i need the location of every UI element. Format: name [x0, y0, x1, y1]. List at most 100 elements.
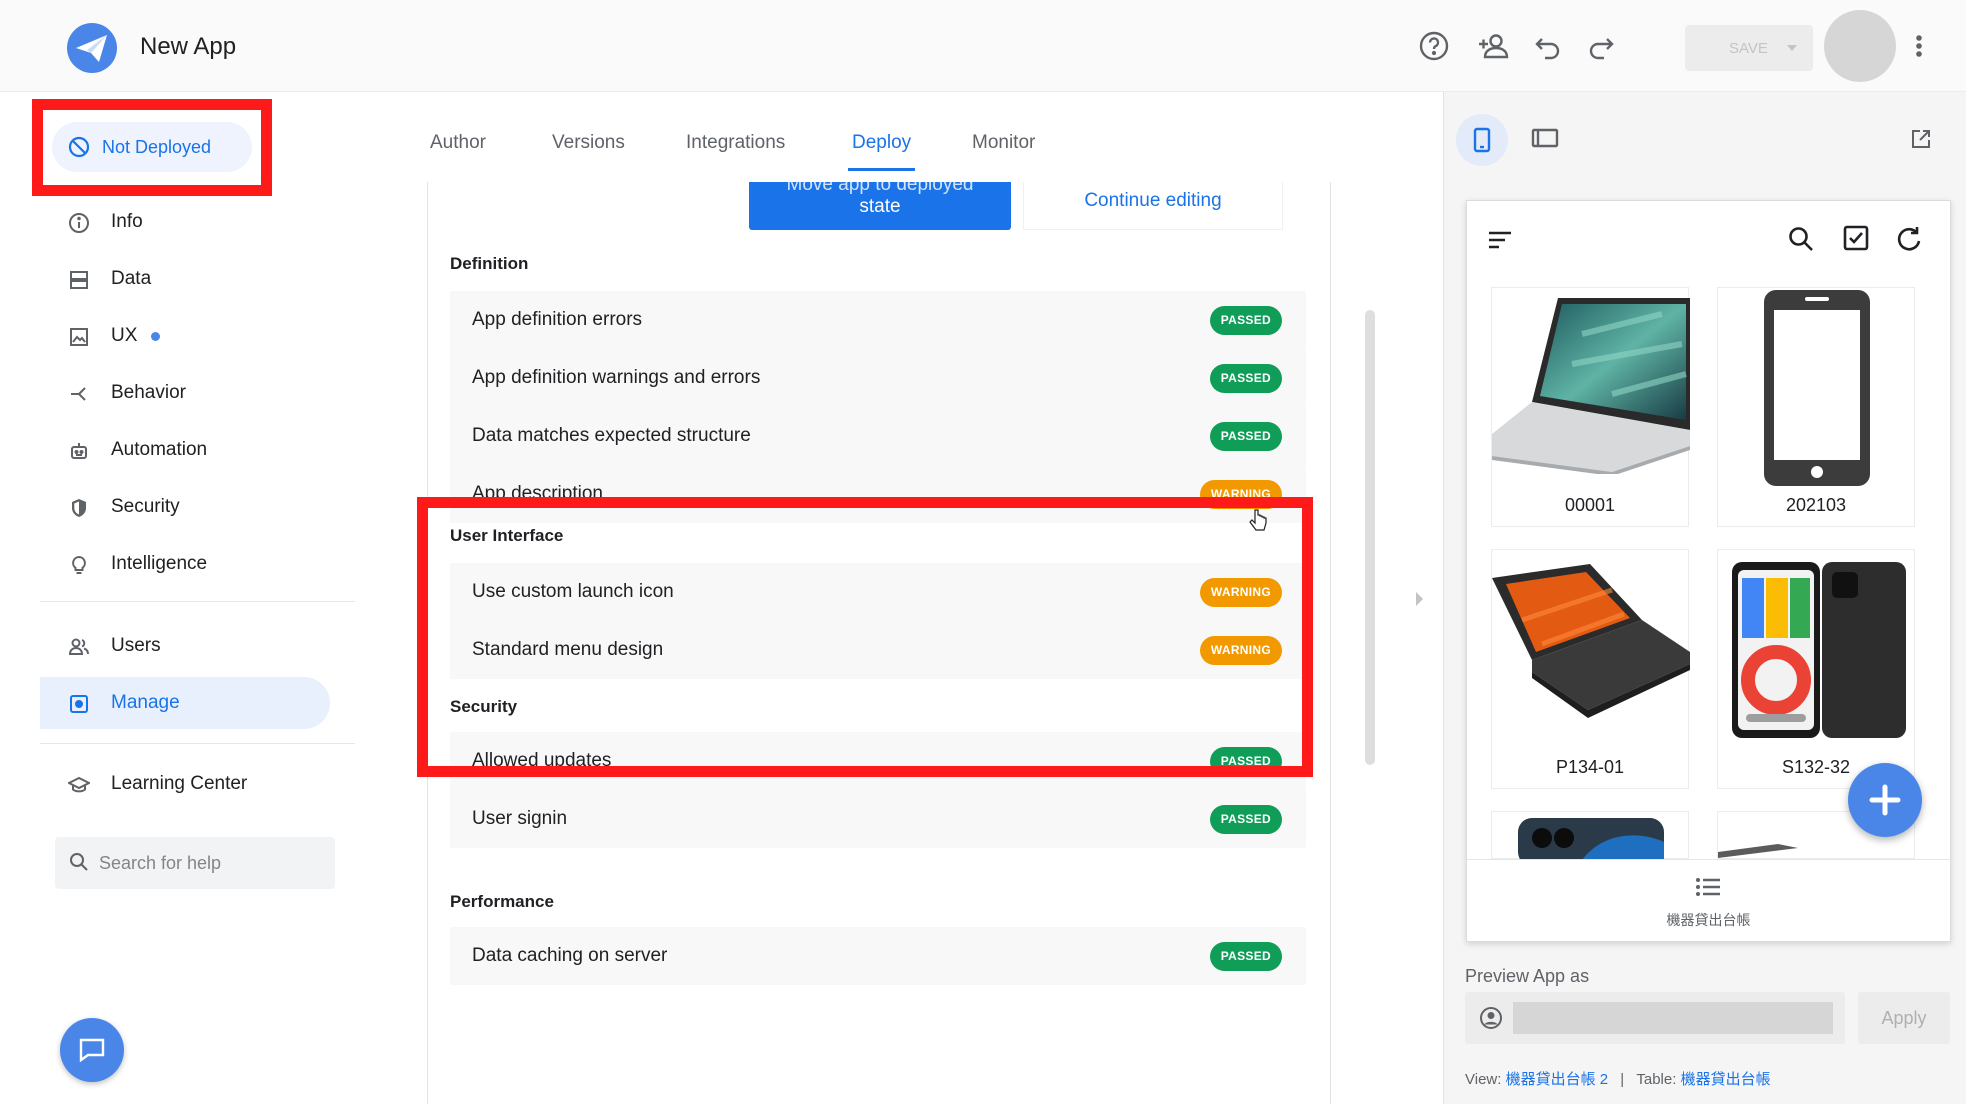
tablet-icon[interactable]	[1531, 127, 1559, 149]
continue-editing-button[interactable]: Continue editing	[1023, 182, 1283, 230]
card-label: P134-01	[1555, 757, 1625, 777]
tab-deploy[interactable]: Deploy	[847, 132, 916, 171]
redo-icon[interactable]	[1585, 30, 1617, 62]
nav-label: Intelligence	[111, 553, 208, 574]
nav-item-learning-center[interactable]: Learning Center	[40, 758, 330, 810]
nav-item-ux[interactable]: UX	[40, 310, 330, 362]
app-logo	[66, 22, 118, 74]
check-row: Allowed updates PASSED	[450, 732, 1306, 790]
card-label: 202103	[1785, 495, 1847, 515]
save-button[interactable]: SAVE	[1685, 25, 1813, 71]
table-link[interactable]: 機器貸出台帳	[1681, 1071, 1771, 1088]
status-badge: PASSED	[1209, 306, 1282, 335]
nav-divider	[40, 743, 355, 744]
more-vert-icon[interactable]	[1909, 30, 1929, 62]
deploy-status-chip[interactable]: Not Deployed	[52, 122, 252, 172]
tab-integrations[interactable]: Integrations	[686, 132, 785, 154]
preview-as-label: Preview App as	[1465, 966, 1590, 986]
preview-card[interactable]: 00001	[1491, 287, 1690, 527]
preview-as-input[interactable]	[1465, 992, 1845, 1044]
check-label: User signin	[472, 808, 568, 829]
nav-label: Behavior	[111, 382, 186, 403]
undo-icon[interactable]	[1532, 30, 1564, 62]
nav-item-data[interactable]: Data	[40, 253, 330, 305]
add-fab-button[interactable]	[1848, 763, 1922, 837]
check-row[interactable]: App description WARNING	[450, 465, 1306, 523]
section-title: Definition	[450, 254, 529, 273]
tab-versions[interactable]: Versions	[552, 132, 625, 154]
nav-label: Security	[111, 496, 180, 517]
check-label: Use custom launch icon	[472, 581, 674, 602]
apply-button[interactable]: Apply	[1858, 992, 1950, 1044]
save-label: SAVE	[1729, 39, 1768, 57]
help-search-box[interactable]	[55, 837, 335, 889]
preview-card[interactable]	[1491, 811, 1689, 860]
nav-divider	[40, 601, 355, 602]
avatar[interactable]	[1824, 10, 1896, 82]
help-icon[interactable]	[1418, 30, 1450, 62]
graduation-cap-icon	[68, 776, 90, 793]
preview-card[interactable]: 202103	[1717, 287, 1915, 527]
add-person-icon[interactable]	[1476, 30, 1509, 62]
scrollbar[interactable]	[1365, 310, 1375, 765]
card-label: 00001	[1564, 495, 1616, 515]
check-row: App definition warnings and errors PASSE…	[450, 349, 1306, 407]
nav-label: UX	[111, 325, 138, 346]
search-icon[interactable]	[1787, 225, 1815, 253]
top-bar: New App SAVE	[0, 0, 1966, 92]
bottom-nav-label: 機器貸出台帳	[1666, 912, 1751, 928]
phone-view-button[interactable]	[1456, 114, 1508, 166]
view-prefix: View:	[1465, 1071, 1502, 1088]
nav-item-automation[interactable]: Automation	[40, 424, 330, 476]
nav-item-info[interactable]: Info	[40, 196, 330, 248]
checkbox-icon[interactable]	[1843, 225, 1869, 251]
shield-icon	[72, 499, 86, 517]
view-link[interactable]: 機器貸出台帳 2	[1506, 1071, 1609, 1088]
check-row: App definition errors PASSED	[450, 291, 1306, 349]
tab-author[interactable]: Author	[430, 132, 486, 154]
check-label: Allowed updates	[472, 750, 612, 771]
open-in-new-icon[interactable]	[1910, 128, 1932, 150]
check-label: App description	[472, 483, 603, 504]
nav-item-intelligence[interactable]: Intelligence	[40, 538, 330, 590]
nav-item-behavior[interactable]: Behavior	[40, 367, 330, 419]
behavior-icon	[71, 387, 86, 401]
deploy-status-label: Not Deployed	[102, 137, 212, 157]
collapse-panel-icon[interactable]	[1413, 590, 1425, 608]
nav-label: Manage	[111, 692, 180, 713]
check-row: User signin PASSED	[450, 790, 1306, 848]
nav-item-manage[interactable]: Manage	[40, 677, 330, 729]
status-badge: WARNING	[1199, 636, 1282, 665]
check-label: Data matches expected structure	[472, 425, 751, 446]
move-to-deployed-button[interactable]: Move app to deployed state	[749, 182, 1011, 230]
check-row: Data caching on server PASSED	[450, 927, 1306, 985]
smartphone-icon	[1473, 127, 1491, 153]
check-row: Data matches expected structure PASSED	[450, 407, 1306, 465]
phones-image	[1732, 562, 1906, 738]
status-badge: PASSED	[1209, 422, 1282, 451]
status-badge: PASSED	[1209, 364, 1282, 393]
cursor-icon	[1249, 509, 1267, 531]
preview-card[interactable]: P134-01	[1491, 549, 1690, 789]
preview-card[interactable]: S132-32	[1717, 549, 1915, 789]
section-title: Performance	[450, 892, 554, 911]
status-badge: PASSED	[1209, 805, 1282, 834]
list-icon[interactable]	[1695, 876, 1721, 898]
check-row[interactable]: Use custom launch icon WARNING	[450, 563, 1306, 621]
ux-icon	[70, 328, 88, 346]
check-row[interactable]: Standard menu design WARNING	[450, 621, 1306, 679]
nav-label: Data	[111, 268, 152, 289]
help-search-input[interactable]	[99, 849, 319, 877]
refresh-icon[interactable]	[1895, 225, 1923, 253]
chat-button[interactable]	[60, 1018, 124, 1082]
laptop-image	[1492, 298, 1690, 474]
menu-icon[interactable]	[1487, 229, 1513, 251]
nav-item-security[interactable]: Security	[40, 481, 330, 533]
preview-as-value	[1513, 1002, 1833, 1034]
status-badge: PASSED	[1209, 942, 1282, 971]
check-label: Data caching on server	[472, 945, 668, 966]
tab-monitor[interactable]: Monitor	[972, 132, 1035, 154]
app-title: New App	[140, 33, 237, 60]
nav-item-users[interactable]: Users	[40, 620, 330, 672]
section-title: Security	[450, 697, 518, 716]
